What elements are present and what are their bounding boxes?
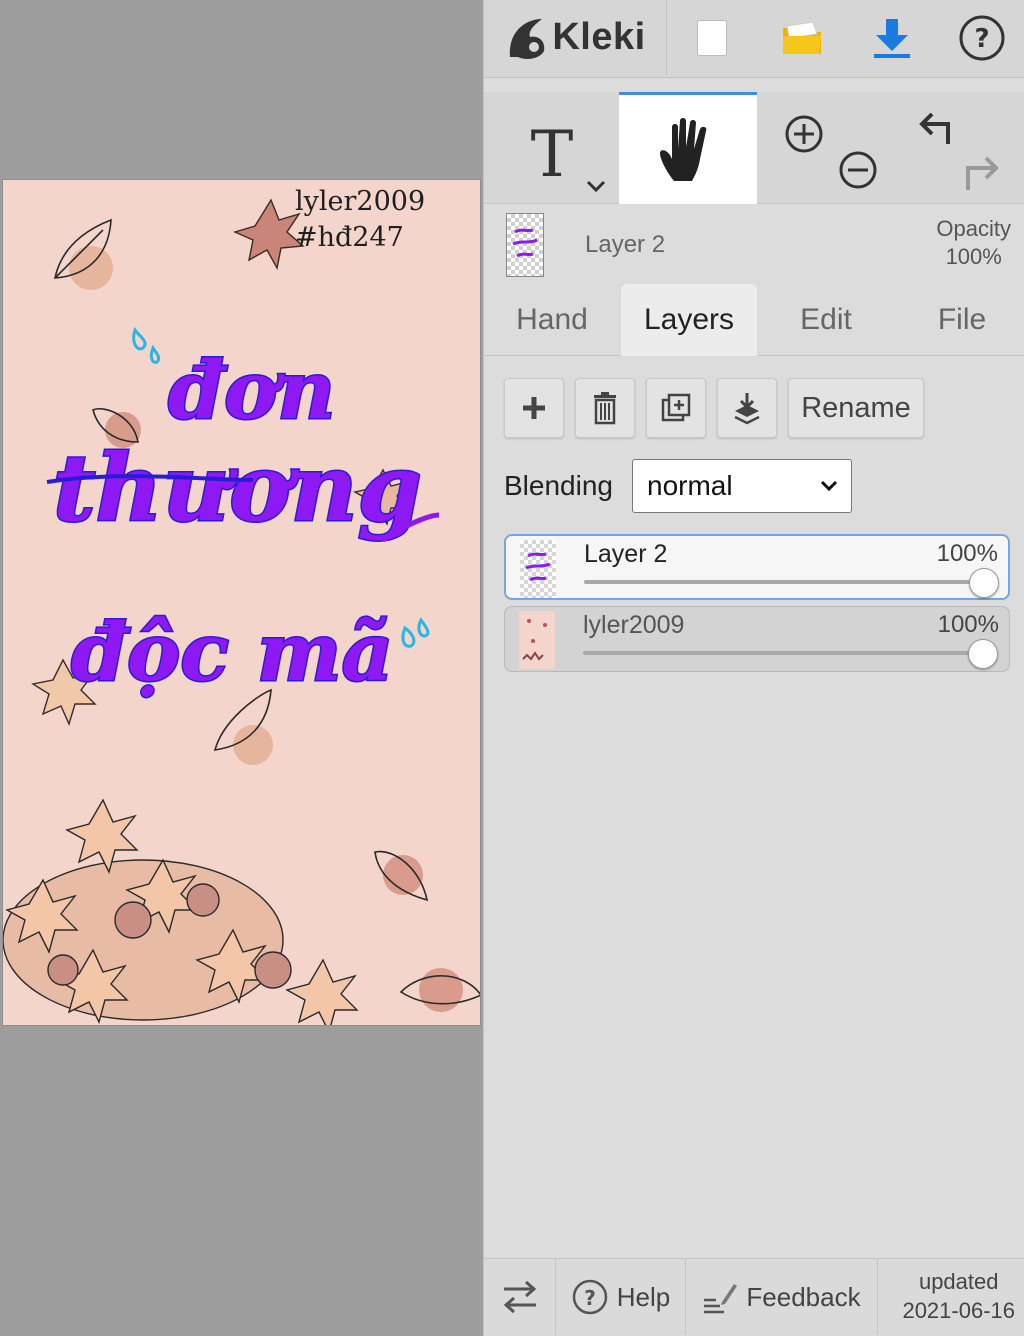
tab-layers[interactable]: Layers [621, 284, 757, 356]
hand-tool-button[interactable] [619, 92, 757, 204]
layer-thumbnail [520, 540, 556, 598]
feedback-pen-icon [704, 1284, 738, 1314]
chevron-down-icon [820, 480, 838, 492]
current-layer-preview: Layer 2 Opacity 100% [484, 205, 1024, 283]
plus-icon [523, 397, 545, 419]
trash-icon [594, 392, 616, 425]
help-button[interactable]: ? [937, 0, 1024, 75]
feedback-link[interactable]: Feedback [686, 1259, 878, 1335]
layer-opacity-knob[interactable] [968, 639, 998, 669]
canvas-area[interactable]: lyler2009 #hđ247 đơn thương độc mã [0, 0, 483, 1336]
kleki-app: lyler2009 #hđ247 đơn thương độc mã Kleki… [0, 0, 1024, 1336]
tab-file[interactable]: File [908, 284, 1016, 356]
layer-opacity: 100% [936, 540, 998, 567]
hand-icon [660, 117, 707, 181]
kleki-logo-icon [510, 18, 545, 59]
zoom-out-icon [839, 151, 877, 189]
help-link[interactable]: ? Help [556, 1259, 686, 1335]
download-icon [874, 18, 910, 58]
rename-layer-button[interactable]: Rename [788, 378, 924, 438]
redo-icon [966, 156, 999, 190]
art-text-line3: độc mã [71, 605, 393, 699]
tab-hand[interactable]: Hand [498, 284, 606, 356]
opacity-readout[interactable]: Opacity 100% [936, 215, 1011, 271]
leaf-pile [3, 798, 359, 1025]
folder-icon [783, 20, 821, 54]
app-name: Kleki [552, 16, 646, 58]
svg-text:?: ? [584, 1286, 596, 1310]
svg-text:?: ? [974, 24, 989, 54]
layers-panel: Rename Blending normal Layer 2 100% lyle… [484, 356, 1024, 1256]
zoom-buttons [757, 92, 887, 204]
updated-date[interactable]: updated 2021-06-16 [902, 1267, 1015, 1325]
blending-value: normal [647, 470, 733, 501]
layer-thumbnail [519, 611, 555, 669]
bottom-bar: ? Help Feedback updated 2021-06-16 [484, 1258, 1024, 1336]
zoom-in-icon [785, 115, 823, 153]
duplicate-layer-button[interactable] [646, 378, 706, 438]
undo-icon [919, 112, 950, 144]
opacity-label: Opacity [936, 216, 1011, 241]
layer-list-item[interactable]: Layer 2 100% [504, 534, 1010, 600]
help-circle-icon: ? [959, 15, 1005, 60]
art-text-line2: thương [53, 434, 422, 542]
feedback-label: Feedback [746, 1281, 861, 1312]
help-label: Help [616, 1281, 671, 1312]
blending-select[interactable]: normal [632, 459, 852, 513]
artwork-canvas[interactable]: lyler2009 #hđ247 đơn thương độc mã [2, 179, 481, 1026]
text-tool-button[interactable]: T [484, 92, 619, 204]
layer-opacity-slider[interactable] [584, 580, 984, 584]
art-text-line1: đơn [168, 343, 335, 437]
layer-opacity: 100% [937, 611, 999, 638]
svg-text:T: T [530, 118, 573, 192]
undo-redo-buttons [887, 92, 1024, 204]
layer-thumbnail[interactable] [506, 213, 544, 277]
open-file-button[interactable] [757, 0, 847, 75]
signature-line1: lyler2009 [295, 186, 425, 217]
side-panel: Kleki ? T Layer 2 Opacity 100% Hand Laye… [483, 0, 1024, 1336]
add-layer-button[interactable] [504, 378, 564, 438]
tool-row: T [484, 92, 1024, 204]
merge-down-icon [734, 393, 760, 425]
current-layer-name: Layer 2 [585, 231, 666, 258]
help-circle-icon: ? [572, 1279, 607, 1315]
layer-opacity-slider[interactable] [583, 651, 983, 655]
new-file-icon [697, 19, 727, 56]
updated-label: updated [918, 1269, 999, 1294]
new-file-button[interactable] [667, 0, 757, 75]
swap-side-button[interactable] [484, 1259, 556, 1335]
kleki-logo[interactable]: Kleki [484, 0, 667, 75]
save-button[interactable] [847, 0, 937, 75]
text-tool-icon: T [530, 118, 605, 193]
swap-arrows-icon [503, 1280, 536, 1314]
duplicate-icon [661, 393, 691, 422]
updated-value: 2021-06-16 [902, 1298, 1015, 1323]
merge-layer-button[interactable] [717, 378, 777, 438]
signature-line2: #hđ247 [295, 222, 404, 253]
tab-bar: Hand Layers Edit File [484, 284, 1024, 356]
artwork-drawing: lyler2009 #hđ247 đơn thương độc mã [3, 186, 480, 1025]
layer-list-item[interactable]: lyler2009 100% [504, 606, 1010, 672]
delete-layer-button[interactable] [575, 378, 635, 438]
opacity-value: 100% [945, 244, 1002, 269]
layer-name: Layer 2 [584, 540, 668, 568]
layer-opacity-knob[interactable] [969, 568, 999, 598]
blending-label: Blending [504, 470, 613, 501]
layer-name: lyler2009 [583, 611, 685, 639]
top-bar: Kleki ? [484, 0, 1024, 78]
tab-edit[interactable]: Edit [772, 284, 880, 356]
